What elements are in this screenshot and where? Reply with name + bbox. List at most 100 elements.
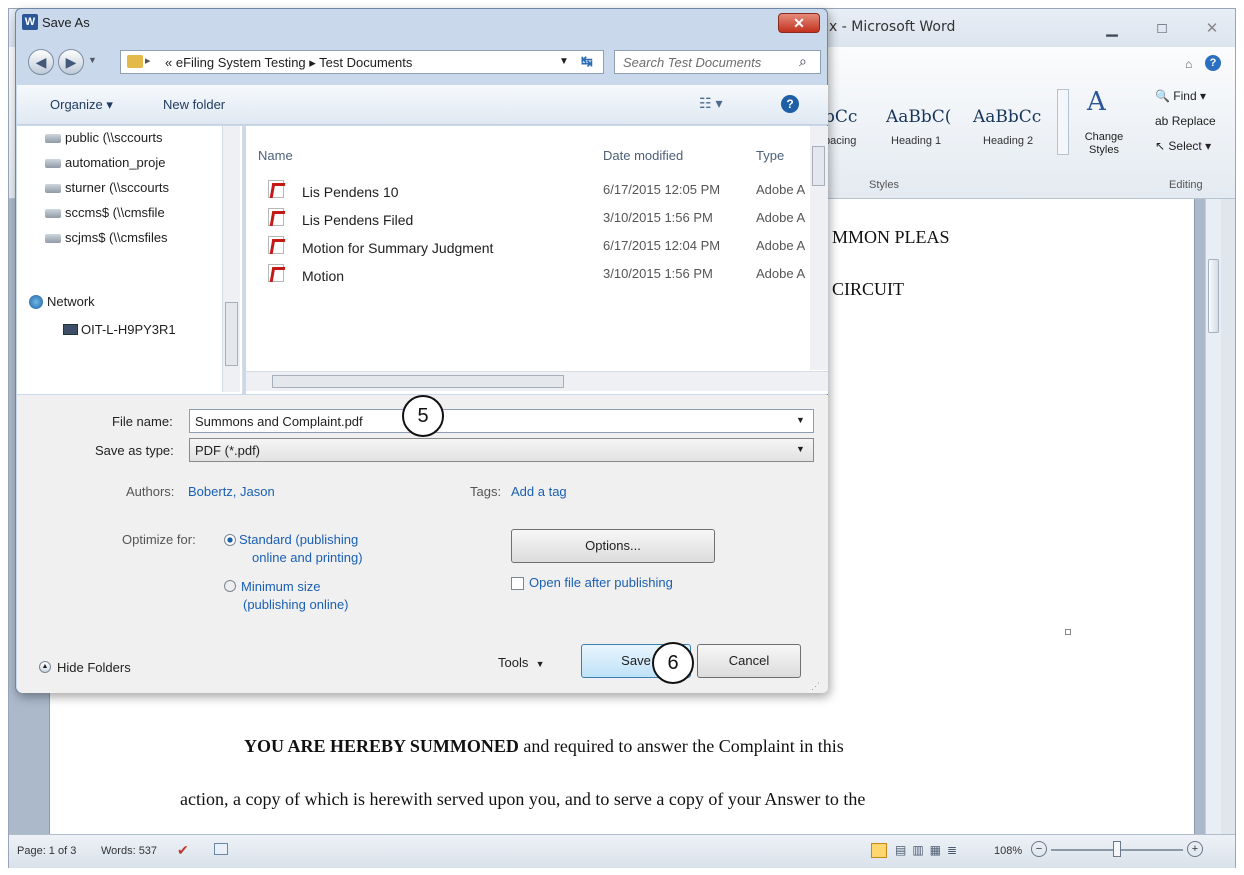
- file-list-vscrollbar[interactable]: [810, 126, 828, 370]
- print-layout-icon[interactable]: [871, 843, 887, 858]
- network-icon: [29, 295, 43, 309]
- network-drive-icon: [45, 159, 61, 168]
- save-type-select[interactable]: PDF (*.pdf) ▼: [189, 438, 814, 462]
- file-list-hscroll-thumb[interactable]: [272, 375, 564, 388]
- status-words[interactable]: Words: 537: [101, 845, 157, 857]
- column-name[interactable]: Name: [258, 148, 293, 163]
- cancel-button[interactable]: Cancel: [697, 644, 801, 678]
- file-name-input[interactable]: Summons and Complaint.pdf ▼: [189, 409, 814, 433]
- tags-value[interactable]: Add a tag: [511, 484, 567, 499]
- tree-scroll-thumb[interactable]: [225, 302, 238, 366]
- help-icon[interactable]: ?: [781, 95, 799, 113]
- authors-label: Authors:: [126, 484, 175, 499]
- file-name-dropdown-icon[interactable]: ▼: [796, 415, 805, 425]
- opt-standard-line2[interactable]: online and printing): [252, 550, 363, 565]
- refresh-icon[interactable]: ↹: [581, 53, 593, 70]
- tree-item[interactable]: scjms$ (\\cmsfiles: [45, 230, 168, 245]
- status-bar: Page: 1 of 3 Words: 537 ✔ ▤▥▦≣ 108% − +: [9, 834, 1235, 868]
- opt-minimum-line1[interactable]: Minimum size: [241, 579, 320, 594]
- select-button[interactable]: ↖ Select ▾: [1155, 139, 1211, 153]
- document-vertical-scrollbar[interactable]: [1205, 199, 1221, 834]
- search-input[interactable]: Search Test Documents: [623, 55, 761, 70]
- view-mode-icons[interactable]: ▤▥▦≣: [895, 843, 963, 857]
- change-view-icon[interactable]: ☷ ▾: [699, 95, 722, 112]
- column-date-modified[interactable]: Date modified: [603, 148, 683, 163]
- style-sample-heading-1[interactable]: AaBbC(: [886, 107, 951, 127]
- file-date: 3/10/2015 1:56 PM: [603, 266, 713, 281]
- maximize-icon[interactable]: □: [1149, 19, 1175, 39]
- proofing-icon[interactable]: ✔: [177, 842, 189, 859]
- tree-item-label: sccms$ (\\cmsfile: [65, 205, 165, 220]
- organize-button[interactable]: Organize ▾: [50, 97, 113, 113]
- forward-arrow-icon[interactable]: ▶: [58, 49, 84, 75]
- recent-locations-chevron-icon[interactable]: ▼: [88, 55, 97, 65]
- radio-standard[interactable]: [224, 534, 236, 546]
- status-page[interactable]: Page: 1 of 3: [17, 845, 76, 857]
- zoom-level[interactable]: 108%: [994, 845, 1022, 857]
- tree-item[interactable]: sturner (\\sccourts: [45, 180, 170, 195]
- find-button[interactable]: 🔍 Find ▾: [1155, 89, 1206, 103]
- file-date: 6/17/2015 12:05 PM: [603, 182, 721, 197]
- opt-standard-line1[interactable]: Standard (publishing: [239, 532, 358, 547]
- network-drive-icon: [45, 234, 61, 243]
- file-list-hscrollbar[interactable]: [246, 371, 828, 391]
- back-arrow-icon[interactable]: ◀: [28, 49, 54, 75]
- open-after-checkbox[interactable]: [511, 577, 524, 590]
- zoom-slider-thumb[interactable]: [1113, 841, 1121, 857]
- tree-item-label: sturner (\\sccourts: [65, 180, 170, 195]
- tree-item-computer[interactable]: OIT-L-H9PY3R1: [63, 322, 176, 337]
- open-after-label[interactable]: Open file after publishing: [529, 575, 673, 590]
- ribbon-minimize-icon[interactable]: ⌂: [1185, 57, 1192, 71]
- dialog-close-button[interactable]: ✕: [778, 13, 820, 33]
- file-name: Motion: [302, 268, 345, 284]
- file-row[interactable]: Motion 3/10/2015 1:56 PM Adobe A: [246, 262, 806, 290]
- scroll-thumb[interactable]: [1208, 259, 1219, 333]
- tools-button[interactable]: Tools ▼: [498, 655, 545, 670]
- address-bar[interactable]: ▸ « eFiling System Testing ▸ Test Docume…: [120, 50, 604, 74]
- address-dropdown-icon[interactable]: ▼: [559, 56, 569, 67]
- breadcrumb[interactable]: « eFiling System Testing ▸ Test Document…: [165, 55, 412, 71]
- search-box[interactable]: Search Test Documents ⌕: [614, 50, 821, 74]
- help-icon[interactable]: ?: [1205, 55, 1221, 71]
- tree-item-network[interactable]: Network: [29, 294, 95, 309]
- tree-scrollbar[interactable]: [222, 126, 240, 392]
- tree-item-label: Network: [47, 294, 95, 309]
- tree-item[interactable]: automation_proje: [45, 155, 165, 170]
- opt-minimum-line2[interactable]: (publishing online): [243, 597, 349, 612]
- change-styles-label[interactable]: Change Styles: [1081, 131, 1127, 157]
- save-type-dropdown-icon[interactable]: ▼: [796, 444, 805, 454]
- close-icon[interactable]: ✕: [1199, 19, 1225, 39]
- macro-icon[interactable]: [214, 843, 228, 855]
- tree-item[interactable]: public (\\sccourts: [45, 130, 163, 145]
- replace-button[interactable]: ab Replace: [1155, 114, 1216, 128]
- style-gallery-scroll[interactable]: [1057, 89, 1069, 155]
- file-row[interactable]: Lis Pendens Filed 3/10/2015 1:56 PM Adobe …: [246, 206, 806, 234]
- radio-minimum[interactable]: [224, 580, 236, 592]
- file-row[interactable]: Lis Pendens 10 6/17/2015 12:05 PM Adobe A: [246, 178, 806, 206]
- column-type[interactable]: Type: [756, 148, 784, 163]
- zoom-out-icon[interactable]: −: [1031, 841, 1047, 857]
- file-list-vscroll-thumb[interactable]: [812, 146, 825, 186]
- breadcrumb-dropdown-icon[interactable]: ▸: [145, 54, 151, 67]
- tree-item[interactable]: sccms$ (\\cmsfile: [45, 205, 165, 220]
- folder-icon: [127, 55, 143, 68]
- options-button[interactable]: Options...: [511, 529, 715, 563]
- hide-folders-button[interactable]: Hide Folders: [57, 660, 131, 675]
- file-row[interactable]: Motion for Summary Judgment 6/17/2015 12:…: [246, 234, 806, 262]
- authors-value[interactable]: Bobertz, Jason: [188, 484, 275, 499]
- tree-item-label: public (\\sccourts: [65, 130, 163, 145]
- file-name: Lis Pendens Filed: [302, 212, 414, 228]
- network-drive-icon: [45, 209, 61, 218]
- minimize-icon[interactable]: ▁: [1099, 19, 1125, 39]
- new-folder-button[interactable]: New folder: [163, 97, 225, 112]
- pdf-file-icon: [268, 180, 284, 198]
- pdf-file-icon: [268, 264, 284, 282]
- resize-grip-icon[interactable]: ⋰: [811, 681, 820, 692]
- search-icon[interactable]: ⌕: [799, 53, 807, 70]
- doc-rest-text: and required to answer the Complaint in …: [518, 736, 844, 756]
- style-sample-heading-2[interactable]: AaBbCc: [973, 107, 1041, 127]
- zoom-in-icon[interactable]: +: [1187, 841, 1203, 857]
- hide-folders-icon[interactable]: ▲: [39, 661, 51, 673]
- change-styles-icon[interactable]: A: [1087, 87, 1106, 117]
- style-sample-no-spacing[interactable]: bCc: [824, 107, 857, 127]
